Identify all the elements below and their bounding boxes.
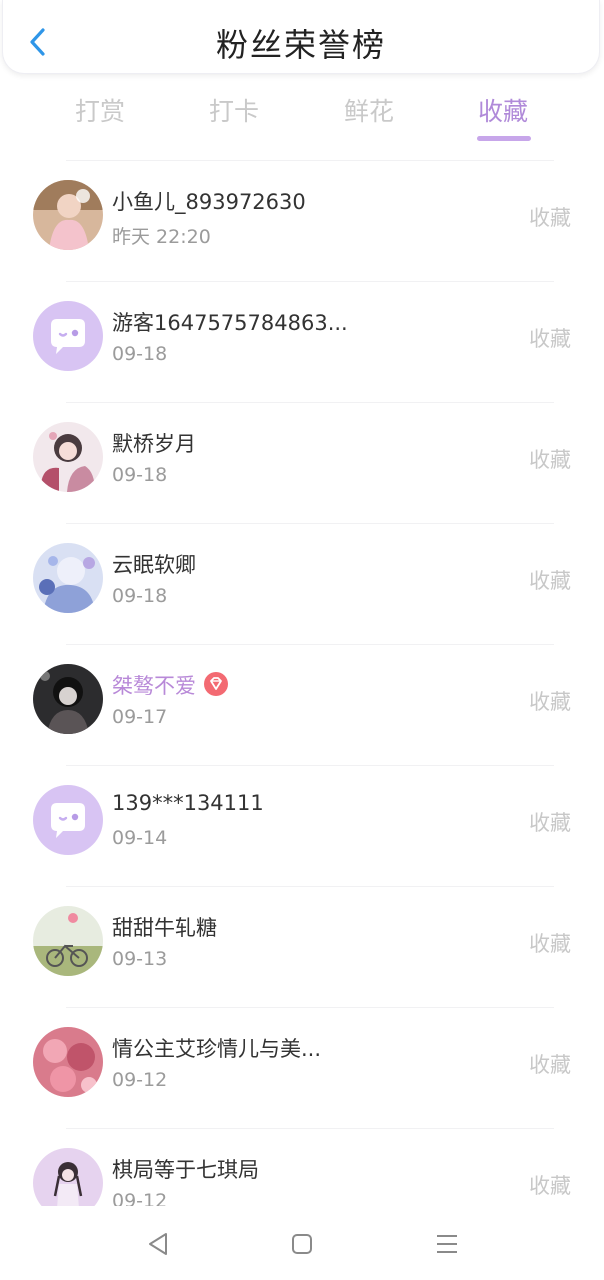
chat-bubble-icon bbox=[33, 785, 103, 855]
favorite-label: 收藏 bbox=[529, 1174, 571, 1198]
favorite-label: 收藏 bbox=[529, 206, 571, 230]
timestamp: 09-12 bbox=[112, 1190, 168, 1206]
tab-checkin[interactable]: 打卡 bbox=[194, 92, 274, 128]
favorite-label: 收藏 bbox=[529, 448, 571, 472]
nav-home-button[interactable] bbox=[282, 1224, 322, 1264]
favorite-label: 收藏 bbox=[529, 1053, 571, 1077]
square-home-icon bbox=[292, 1234, 312, 1254]
system-nav-bar bbox=[0, 1206, 604, 1280]
active-tab-indicator bbox=[477, 136, 531, 141]
fan-list: 小鱼儿_893972630 昨天 22:20 收藏 游客164757578486… bbox=[0, 160, 604, 1206]
avatar[interactable] bbox=[33, 301, 103, 371]
avatar[interactable] bbox=[33, 785, 103, 855]
favorite-label: 收藏 bbox=[529, 569, 571, 593]
favorite-label: 收藏 bbox=[529, 690, 571, 714]
avatar[interactable] bbox=[33, 180, 103, 250]
list-item[interactable]: 棋局等于七琪局 09-12 收藏 bbox=[0, 1128, 604, 1206]
user-name: 游客1647575784863... bbox=[112, 311, 348, 335]
favorite-label: 收藏 bbox=[529, 811, 571, 835]
avatar[interactable] bbox=[33, 543, 103, 613]
tab-flowers[interactable]: 鲜花 bbox=[329, 92, 409, 128]
diamond-icon bbox=[210, 677, 222, 690]
timestamp: 09-13 bbox=[112, 948, 168, 970]
favorite-label: 收藏 bbox=[529, 932, 571, 956]
tab-favorites[interactable]: 收藏 bbox=[463, 92, 543, 128]
photo-dark-girl-icon bbox=[33, 664, 103, 734]
avatar[interactable] bbox=[33, 906, 103, 976]
list-item[interactable]: 游客1647575784863... 09-18 收藏 bbox=[0, 281, 604, 402]
timestamp: 09-18 bbox=[112, 585, 168, 607]
avatar[interactable] bbox=[33, 1027, 103, 1097]
avatar[interactable] bbox=[33, 1148, 103, 1206]
tab-bar: 打赏 打卡 鲜花 收藏 bbox=[0, 86, 604, 146]
nav-back-button[interactable] bbox=[138, 1224, 178, 1264]
user-name: 桀骜不爱 bbox=[112, 670, 228, 700]
list-item[interactable]: 小鱼儿_893972630 昨天 22:20 收藏 bbox=[0, 160, 604, 281]
timestamp: 09-17 bbox=[112, 706, 168, 728]
user-name: 甜甜牛轧糖 bbox=[112, 916, 217, 940]
list-item[interactable]: 情公主艾珍情儿与美... 09-12 收藏 bbox=[0, 1007, 604, 1128]
user-name: 云眠软卿 bbox=[112, 553, 196, 577]
divider bbox=[66, 1128, 554, 1129]
divider bbox=[66, 281, 554, 282]
illustration-girl-fan-icon bbox=[33, 422, 103, 492]
nav-menu-button[interactable] bbox=[427, 1224, 467, 1264]
menu-lines-icon bbox=[437, 1235, 457, 1253]
timestamp: 09-12 bbox=[112, 1069, 168, 1091]
list-item[interactable]: 默桥岁月 09-18 收藏 bbox=[0, 402, 604, 523]
chat-bubble-icon bbox=[33, 301, 103, 371]
user-name: 小鱼儿_893972630 bbox=[112, 190, 306, 214]
photo-girl-pink-icon bbox=[33, 180, 103, 250]
list-item[interactable]: 云眠软卿 09-18 收藏 bbox=[0, 523, 604, 644]
timestamp: 09-14 bbox=[112, 827, 168, 849]
avatar[interactable] bbox=[33, 664, 103, 734]
list-item[interactable]: 桀骜不爱 09-17 收藏 bbox=[0, 644, 604, 765]
list-item[interactable]: 甜甜牛轧糖 09-13 收藏 bbox=[0, 886, 604, 1007]
divider bbox=[66, 523, 554, 524]
user-name: 139***134111 bbox=[112, 791, 264, 815]
avatar[interactable] bbox=[33, 422, 103, 492]
header-bar: 粉丝荣誉榜 bbox=[2, 0, 600, 74]
user-name: 棋局等于七琪局 bbox=[112, 1158, 259, 1182]
divider bbox=[66, 886, 554, 887]
list-item[interactable]: 139***134111 09-14 收藏 bbox=[0, 765, 604, 886]
timestamp: 09-18 bbox=[112, 343, 168, 365]
photo-bicycle-field-icon bbox=[33, 906, 103, 976]
page-title: 粉丝荣誉榜 bbox=[215, 26, 386, 64]
divider bbox=[66, 644, 554, 645]
diamond-badge-icon bbox=[204, 672, 228, 696]
divider bbox=[66, 160, 554, 161]
user-name: 情公主艾珍情儿与美... bbox=[112, 1037, 322, 1061]
divider bbox=[66, 402, 554, 403]
user-name: 默桥岁月 bbox=[112, 432, 196, 456]
timestamp: 09-18 bbox=[112, 464, 168, 486]
favorite-label: 收藏 bbox=[529, 327, 571, 351]
divider bbox=[66, 1007, 554, 1008]
photo-pink-flowers-icon bbox=[33, 1027, 103, 1097]
illustration-blue-flowers-icon bbox=[33, 543, 103, 613]
tab-reward[interactable]: 打赏 bbox=[60, 92, 140, 128]
user-name-text: 桀骜不爱 bbox=[112, 674, 196, 698]
timestamp: 昨天 22:20 bbox=[112, 226, 211, 248]
divider bbox=[66, 765, 554, 766]
triangle-back-icon bbox=[149, 1233, 167, 1255]
illustration-girl-braids-icon bbox=[33, 1148, 103, 1206]
